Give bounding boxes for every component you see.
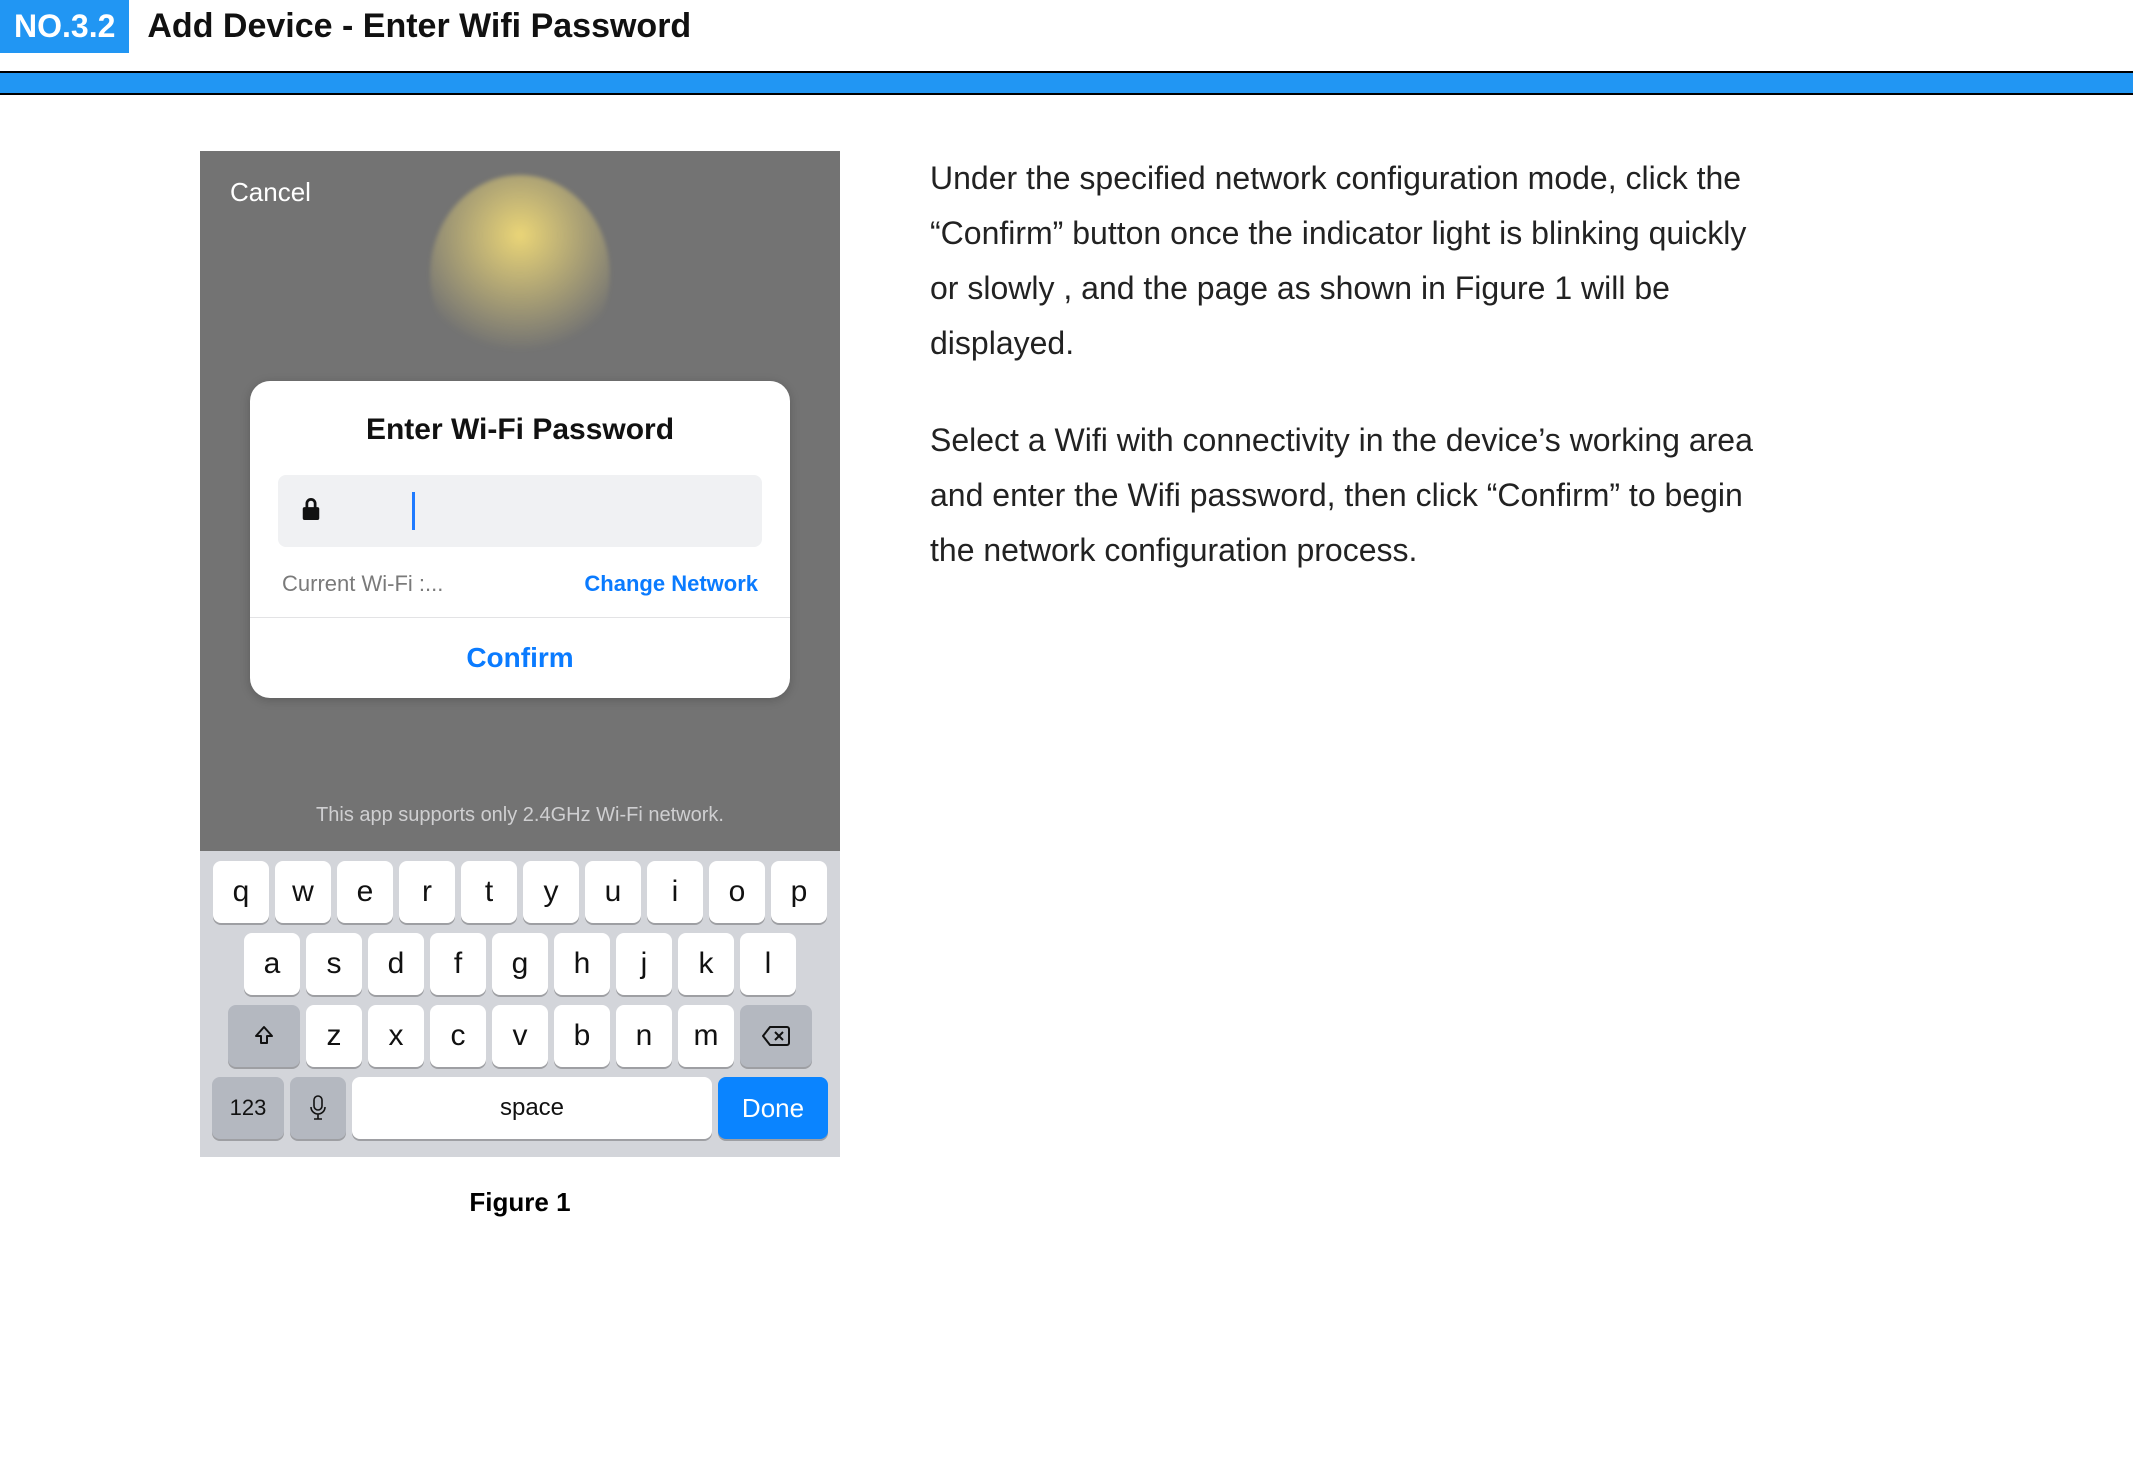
confirm-button[interactable]: Confirm [250,618,790,698]
key-r[interactable]: r [399,861,455,923]
key-e[interactable]: e [337,861,393,923]
wifi-password-card: Enter Wi-Fi Password Current Wi-Fi :... … [250,381,790,698]
header-divider [0,71,2133,95]
phone-screen-top: Cancel Enter Wi-Fi Password Current Wi-F… [200,151,840,851]
keyboard-row-4: 123 space Done [206,1077,834,1139]
key-x[interactable]: x [368,1005,424,1067]
key-done[interactable]: Done [718,1077,828,1139]
key-shift[interactable] [228,1005,300,1067]
key-mic[interactable] [290,1077,346,1139]
description-paragraph-2: Select a Wifi with connectivity in the d… [930,413,1780,578]
key-o[interactable]: o [709,861,765,923]
figure-caption: Figure 1 [200,1187,840,1218]
key-p[interactable]: p [771,861,827,923]
key-s[interactable]: s [306,933,362,995]
key-q[interactable]: q [213,861,269,923]
page-title: Add Device - Enter Wifi Password [147,7,691,46]
key-v[interactable]: v [492,1005,548,1067]
key-g[interactable]: g [492,933,548,995]
keyboard: q w e r t y u i o p a s d f g h [200,851,840,1157]
key-123[interactable]: 123 [212,1077,284,1139]
key-k[interactable]: k [678,933,734,995]
card-title: Enter Wi-Fi Password [250,413,790,447]
bulb-glow [430,175,610,375]
keyboard-row-1: q w e r t y u i o p [206,861,834,923]
key-l[interactable]: l [740,933,796,995]
description-paragraph-1: Under the specified network configuratio… [930,151,1780,371]
key-h[interactable]: h [554,933,610,995]
key-d[interactable]: d [368,933,424,995]
key-u[interactable]: u [585,861,641,923]
key-f[interactable]: f [430,933,486,995]
key-j[interactable]: j [616,933,672,995]
lock-icon [300,496,322,527]
key-z[interactable]: z [306,1005,362,1067]
key-a[interactable]: a [244,933,300,995]
cancel-button[interactable]: Cancel [230,177,311,208]
phone-mockup: Cancel Enter Wi-Fi Password Current Wi-F… [200,151,840,1157]
header: NO.3.2 Add Device - Enter Wifi Password [0,0,2133,53]
key-m[interactable]: m [678,1005,734,1067]
change-network-link[interactable]: Change Network [584,571,758,597]
password-input[interactable] [278,475,762,547]
key-w[interactable]: w [275,861,331,923]
key-i[interactable]: i [647,861,703,923]
text-cursor [412,492,415,530]
support-note: This app supports only 2.4GHz Wi-Fi netw… [200,804,840,827]
key-b[interactable]: b [554,1005,610,1067]
key-t[interactable]: t [461,861,517,923]
figure-column: Cancel Enter Wi-Fi Password Current Wi-F… [200,151,840,1218]
key-n[interactable]: n [616,1005,672,1067]
keyboard-row-2: a s d f g h j k l [206,933,834,995]
description: Under the specified network configuratio… [930,151,1780,620]
current-wifi-label: Current Wi-Fi :... [282,571,443,597]
section-badge: NO.3.2 [0,0,129,53]
key-space[interactable]: space [352,1077,712,1139]
key-y[interactable]: y [523,861,579,923]
key-backspace[interactable] [740,1005,812,1067]
keyboard-row-3: z x c v b n m [206,1005,834,1067]
key-c[interactable]: c [430,1005,486,1067]
